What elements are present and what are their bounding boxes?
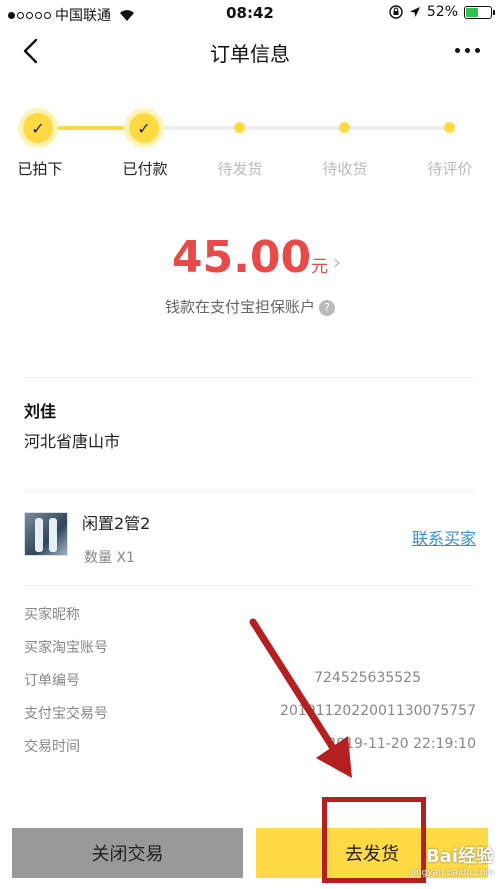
escrow-note-text: 钱款在支付宝担保账户 <box>164 298 315 316</box>
chevron-right-icon[interactable]: › <box>333 250 341 274</box>
step-1-check-icon: ✓ <box>18 108 58 148</box>
divider <box>24 491 476 492</box>
step-label-5: 待评价 <box>427 160 473 178</box>
help-icon[interactable]: ? <box>319 299 335 316</box>
step-2-check-icon: ✓ <box>124 108 164 148</box>
detail-key: 交易时间 <box>24 739 80 755</box>
divider <box>24 377 476 378</box>
step-5-dot <box>444 122 455 133</box>
step-label-2: 已付款 <box>122 160 168 178</box>
detail-key: 支付宝交易号 <box>24 706 108 722</box>
watermark: Bai经验 jingyan.baidu.com <box>411 842 494 878</box>
detail-row: 交易时间 2019-11-20 22:19:10 <box>24 736 476 758</box>
status-bar: 中国联通 08:42 52% <box>0 0 500 28</box>
battery-fill <box>466 7 479 17</box>
buyer-name: 刘佳 <box>24 402 57 421</box>
step-label-1: 已拍下 <box>17 160 63 178</box>
rotation-lock-icon <box>389 5 403 19</box>
status-right: 52% <box>389 4 495 20</box>
step-label-4: 待收货 <box>322 160 368 178</box>
divider <box>24 585 476 586</box>
order-progress: ✓ ✓ 已拍下 已付款 待发货 待收货 待评价 <box>0 100 500 180</box>
watermark-url: jingyan.baidu.com <box>410 868 494 878</box>
page-title: 订单信息 <box>210 42 290 66</box>
close-trade-button[interactable]: 关闭交易 <box>12 828 243 878</box>
payment-amount: 45.00 <box>171 232 312 283</box>
payment-amount-row[interactable]: 45.00元 › <box>0 232 500 283</box>
detail-value: 2019-11-20 22:19:10 <box>327 736 476 752</box>
detail-row: 买家昵称 <box>24 604 476 626</box>
buyer-address: 河北省唐山市 <box>24 432 121 451</box>
detail-value: 724525635525 <box>314 670 421 686</box>
battery-percent: 52% <box>426 4 458 20</box>
detail-key: 订单编号 <box>24 673 80 689</box>
step-3-dot <box>234 122 245 133</box>
item-title[interactable]: 闲置2管2 <box>82 510 150 534</box>
step-label-3: 待发货 <box>217 160 263 178</box>
detail-key: 买家昵称 <box>24 607 80 623</box>
item-quantity: 数量 X1 <box>84 550 135 566</box>
detail-value: 2019112022001130075757 <box>280 703 476 719</box>
detail-row: 订单编号 724525635525 <box>24 670 476 692</box>
watermark-logo: Bai经验 <box>425 846 494 867</box>
detail-key: 买家淘宝账号 <box>24 640 108 656</box>
escrow-note: 钱款在支付宝担保账户? <box>0 296 500 317</box>
more-dots-icon[interactable] <box>455 48 480 53</box>
detail-row: 买家淘宝账号 <box>24 637 476 659</box>
item-thumbnail[interactable] <box>24 512 68 556</box>
nav-bar: 订单信息 <box>0 28 500 76</box>
location-icon <box>409 7 420 17</box>
battery-icon <box>464 5 495 19</box>
step-4-dot <box>339 122 350 133</box>
contact-buyer-link[interactable]: 联系买家 <box>412 525 476 549</box>
payment-unit: 元 <box>311 257 329 277</box>
detail-row: 支付宝交易号 2019112022001130075757 <box>24 703 476 725</box>
